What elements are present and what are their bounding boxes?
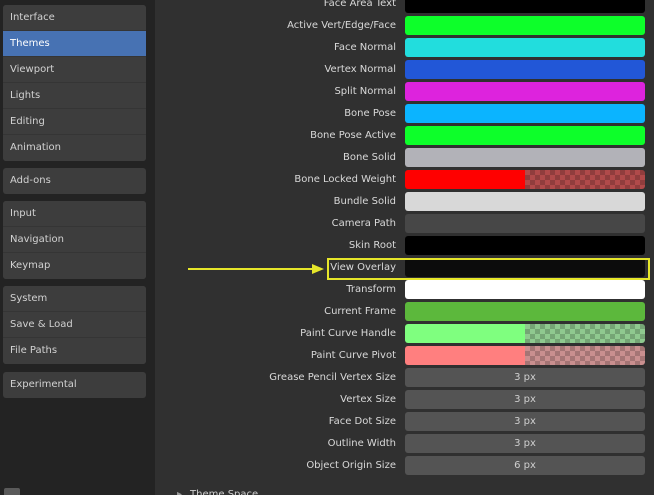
sidebar-item-lights[interactable]: Lights bbox=[3, 83, 146, 109]
label-vertex-size: Vertex Size bbox=[340, 394, 396, 405]
row-face-dot-size: Face Dot Size 3 px bbox=[155, 412, 654, 431]
sidebar-item-editing[interactable]: Editing bbox=[3, 109, 146, 135]
bone-solid-color-swatch[interactable] bbox=[405, 148, 645, 167]
row-bone-solid: Bone Solid bbox=[155, 148, 654, 167]
row-bone-pose-active: Bone Pose Active bbox=[155, 126, 654, 145]
alpha-checker bbox=[525, 170, 645, 189]
row-paint-curve-handle: Paint Curve Handle bbox=[155, 324, 654, 343]
outline-width-field[interactable]: 3 px bbox=[405, 434, 645, 453]
row-current-frame: Current Frame bbox=[155, 302, 654, 321]
label-bundle-solid: Bundle Solid bbox=[333, 196, 396, 207]
label-object-origin-size: Object Origin Size bbox=[306, 460, 396, 471]
face-dot-size-field[interactable]: 3 px bbox=[405, 412, 645, 431]
bundle-solid-color-swatch[interactable] bbox=[405, 192, 645, 211]
color-solid bbox=[405, 346, 525, 365]
preferences-sidebar: Interface Themes Viewport Lights Editing Anim… bbox=[0, 0, 155, 495]
label-face-dot-size: Face Dot Size bbox=[328, 416, 396, 427]
alpha-checker bbox=[525, 324, 645, 343]
sidebar-item-viewport[interactable]: Viewport bbox=[3, 57, 146, 83]
bone-pose-color-swatch[interactable] bbox=[405, 104, 645, 123]
grease-pencil-vertex-size-field[interactable]: 3 px bbox=[405, 368, 645, 387]
theme-space-panel-header[interactable]: ▸ Theme Space bbox=[177, 489, 258, 495]
label-current-frame: Current Frame bbox=[324, 306, 396, 317]
paint-curve-handle-color-swatch[interactable] bbox=[405, 324, 645, 343]
color-solid bbox=[405, 170, 525, 189]
bone-pose-active-color-swatch[interactable] bbox=[405, 126, 645, 145]
row-skin-root: Skin Root bbox=[155, 236, 654, 255]
highlight-box bbox=[327, 258, 650, 280]
active-vert-edge-face-color-swatch[interactable] bbox=[405, 16, 645, 35]
row-camera-path: Camera Path bbox=[155, 214, 654, 233]
camera-path-color-swatch[interactable] bbox=[405, 214, 645, 233]
sidebar-item-experimental[interactable]: Experimental bbox=[3, 372, 146, 398]
sidebar-group: Add-ons bbox=[3, 168, 146, 194]
label-bone-pose: Bone Pose bbox=[344, 108, 396, 119]
current-frame-color-swatch[interactable] bbox=[405, 302, 645, 321]
sidebar-item-system[interactable]: System bbox=[3, 286, 146, 312]
skin-root-color-swatch[interactable] bbox=[405, 236, 645, 255]
sidebar-item-file-paths[interactable]: File Paths bbox=[3, 338, 146, 364]
editor-type-icon[interactable] bbox=[4, 488, 20, 495]
sidebar-item-navigation[interactable]: Navigation bbox=[3, 227, 146, 253]
label-bone-locked-weight: Bone Locked Weight bbox=[294, 174, 396, 185]
row-transform: Transform bbox=[155, 280, 654, 299]
label-paint-curve-handle: Paint Curve Handle bbox=[300, 328, 396, 339]
sidebar-item-add-ons[interactable]: Add-ons bbox=[3, 168, 146, 194]
row-grease-pencil-vertex-size: Grease Pencil Vertex Size 3 px bbox=[155, 368, 654, 387]
color-solid bbox=[405, 324, 525, 343]
label-active-vert-edge-face: Active Vert/Edge/Face bbox=[287, 20, 396, 31]
row-bone-locked-weight: Bone Locked Weight bbox=[155, 170, 654, 189]
theme-space-label: Theme Space bbox=[190, 489, 259, 495]
sidebar-group: Input Navigation Keymap bbox=[3, 201, 146, 279]
row-active-vert-edge-face: Active Vert/Edge/Face bbox=[155, 16, 654, 35]
sidebar-item-animation[interactable]: Animation bbox=[3, 135, 146, 161]
sidebar-item-save-and-load[interactable]: Save & Load bbox=[3, 312, 146, 338]
label-skin-root: Skin Root bbox=[348, 240, 396, 251]
label-transform: Transform bbox=[346, 284, 396, 295]
vertex-normal-color-swatch[interactable] bbox=[405, 60, 645, 79]
split-normal-color-swatch[interactable] bbox=[405, 82, 645, 101]
bone-locked-weight-color-swatch[interactable] bbox=[405, 170, 645, 189]
sidebar-group: Interface Themes Viewport Lights Editing Anim… bbox=[3, 5, 146, 161]
object-origin-size-field[interactable]: 6 px bbox=[405, 456, 645, 475]
label-split-normal: Split Normal bbox=[334, 86, 396, 97]
row-bone-pose: Bone Pose bbox=[155, 104, 654, 123]
label-face-area-text: Face Area Text bbox=[323, 0, 396, 9]
row-split-normal: Split Normal bbox=[155, 82, 654, 101]
theme-settings-panel: Face Area Text Active Vert/Edge/Face Face … bbox=[155, 0, 654, 495]
transform-color-swatch[interactable] bbox=[405, 280, 645, 299]
sidebar-item-keymap[interactable]: Keymap bbox=[3, 253, 146, 279]
sidebar-group: Experimental bbox=[3, 372, 146, 398]
disclosure-triangle-icon: ▸ bbox=[177, 489, 183, 495]
paint-curve-pivot-color-swatch[interactable] bbox=[405, 346, 645, 365]
row-vertex-normal: Vertex Normal bbox=[155, 60, 654, 79]
label-bone-solid: Bone Solid bbox=[342, 152, 396, 163]
alpha-checker bbox=[525, 346, 645, 365]
label-face-normal: Face Normal bbox=[334, 42, 396, 53]
row-face-normal: Face Normal bbox=[155, 38, 654, 57]
row-face-area-text: Face Area Text bbox=[155, 0, 654, 13]
face-normal-color-swatch[interactable] bbox=[405, 38, 645, 57]
sidebar-item-themes[interactable]: Themes bbox=[3, 31, 146, 57]
row-object-origin-size: Object Origin Size 6 px bbox=[155, 456, 654, 475]
sidebar-item-input[interactable]: Input bbox=[3, 201, 146, 227]
label-outline-width: Outline Width bbox=[327, 438, 396, 449]
label-bone-pose-active: Bone Pose Active bbox=[310, 130, 396, 141]
label-vertex-normal: Vertex Normal bbox=[324, 64, 396, 75]
label-grease-pencil-vertex-size: Grease Pencil Vertex Size bbox=[269, 372, 396, 383]
row-outline-width: Outline Width 3 px bbox=[155, 434, 654, 453]
row-paint-curve-pivot: Paint Curve Pivot bbox=[155, 346, 654, 365]
label-camera-path: Camera Path bbox=[331, 218, 396, 229]
row-vertex-size: Vertex Size 3 px bbox=[155, 390, 654, 409]
label-paint-curve-pivot: Paint Curve Pivot bbox=[310, 350, 396, 361]
row-bundle-solid: Bundle Solid bbox=[155, 192, 654, 211]
face-area-text-color-swatch[interactable] bbox=[405, 0, 645, 13]
sidebar-group: System Save & Load File Paths bbox=[3, 286, 146, 364]
annotation-arrow-icon bbox=[188, 264, 324, 274]
sidebar-item-interface[interactable]: Interface bbox=[3, 5, 146, 31]
vertex-size-field[interactable]: 3 px bbox=[405, 390, 645, 409]
